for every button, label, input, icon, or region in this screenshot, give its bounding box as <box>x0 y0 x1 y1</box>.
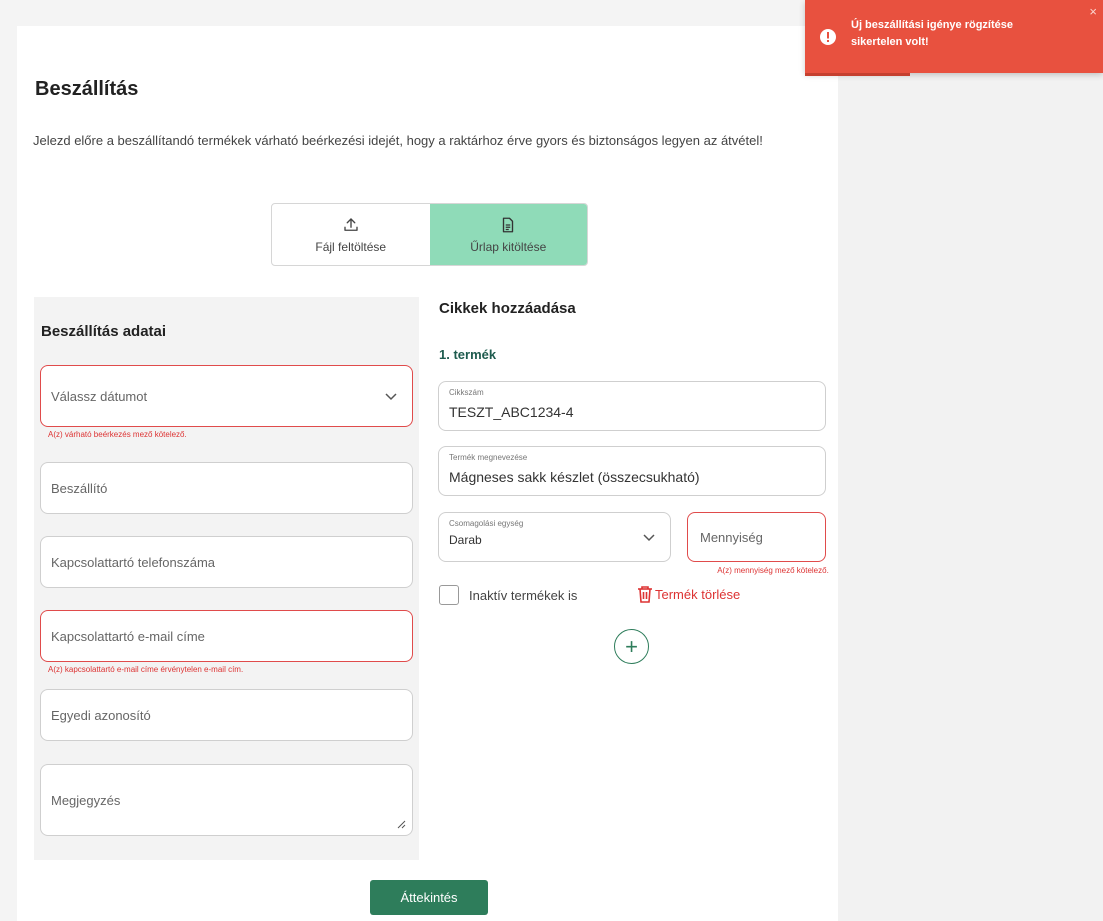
add-product-button[interactable]: + <box>614 629 649 664</box>
product-name-input[interactable]: Termék megnevezése Mágneses sakk készlet… <box>438 446 826 496</box>
email-input[interactable]: Kapcsolattartó e-mail címe <box>40 610 413 662</box>
close-icon[interactable]: × <box>1089 4 1097 19</box>
chevron-down-icon <box>643 534 655 542</box>
supplier-placeholder: Beszállító <box>51 480 108 496</box>
review-label: Áttekintés <box>400 890 458 905</box>
page-intro: Jelezd előre a beszállítandó termékek vá… <box>33 133 763 148</box>
sku-label: Cikkszám <box>449 388 484 397</box>
form-fill-label: Űrlap kitöltése <box>470 239 547 254</box>
review-button[interactable]: Áttekintés <box>370 880 488 915</box>
upload-icon <box>344 217 358 231</box>
error-toast: Új beszállítási igénye rögzítése sikerte… <box>805 0 1103 73</box>
date-select[interactable]: Válassz dátumot <box>40 365 413 427</box>
quantity-error: A(z) mennyiség mező kötelező. <box>717 566 829 575</box>
note-placeholder: Megjegyzés <box>51 792 121 808</box>
delivery-details-panel: Beszállítás adatai Válassz dátumot A(z) … <box>34 297 419 860</box>
mode-toggle: Fájl feltöltése Űrlap kitöltése <box>271 203 588 266</box>
date-error: A(z) várható beérkezés mező kötelező. <box>48 430 187 439</box>
phone-placeholder: Kapcsolattartó telefonszáma <box>51 554 216 570</box>
delivery-details-title: Beszállítás adatai <box>41 323 167 340</box>
page-content: Beszállítás Jelezd előre a beszállítandó… <box>17 26 838 921</box>
right-pane <box>838 26 1103 921</box>
product-name-label: Termék megnevezése <box>449 453 528 462</box>
alert-icon <box>820 29 836 45</box>
inactive-products-label: Inaktív termékek is <box>469 588 578 603</box>
email-placeholder: Kapcsolattartó e-mail címe <box>51 628 205 644</box>
unit-select[interactable]: Csomagolási egység Darab <box>438 512 671 562</box>
document-icon <box>503 217 514 232</box>
date-placeholder: Válassz dátumot <box>51 388 148 404</box>
file-upload-tab[interactable]: Fájl feltöltése <box>272 204 430 265</box>
product-heading: 1. termék <box>439 347 497 362</box>
delete-product-button[interactable]: Termék törlése <box>637 585 740 603</box>
supplier-input[interactable]: Beszállító <box>40 462 413 514</box>
trash-icon <box>638 586 652 603</box>
sku-value: TESZT_ABC1234-4 <box>449 404 574 420</box>
toast-progress-bar <box>805 73 910 76</box>
page-title: Beszállítás <box>35 78 139 100</box>
quantity-placeholder: Mennyiség <box>700 529 763 545</box>
quantity-input[interactable]: Mennyiség <box>687 512 826 562</box>
toast-message: Új beszállítási igénye rögzítése sikerte… <box>851 19 1014 48</box>
plus-icon: + <box>625 633 638 659</box>
items-title: Cikkek hozzáadása <box>439 300 576 317</box>
file-upload-label: Fájl feltöltése <box>315 239 387 254</box>
custom-id-placeholder: Egyedi azonosító <box>51 707 151 723</box>
unit-label: Csomagolási egység <box>449 519 524 528</box>
email-error: A(z) kapcsolattartó e-mail címe érvényte… <box>48 665 244 674</box>
chevron-down-icon <box>385 393 397 401</box>
delete-product-label: Termék törlése <box>655 586 741 602</box>
phone-input[interactable]: Kapcsolattartó telefonszáma <box>40 536 413 588</box>
form-fill-tab[interactable]: Űrlap kitöltése <box>429 204 587 265</box>
sku-input[interactable]: Cikkszám TESZT_ABC1234-4 <box>438 381 826 431</box>
custom-id-input[interactable]: Egyedi azonosító <box>40 689 413 741</box>
inactive-products-checkbox[interactable] <box>439 585 459 605</box>
resize-handle-icon[interactable] <box>396 819 406 829</box>
unit-value: Darab <box>449 533 482 547</box>
product-name-value: Mágneses sakk készlet (összecsukható) <box>449 469 700 485</box>
note-textarea[interactable]: Megjegyzés <box>40 764 413 836</box>
